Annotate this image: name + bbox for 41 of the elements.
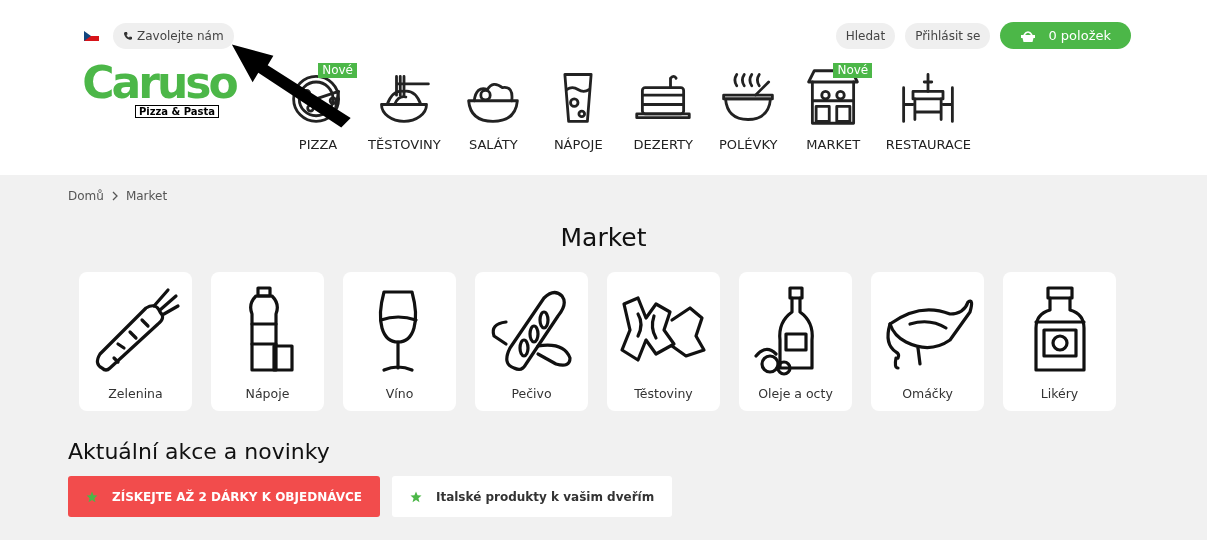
nav-item[interactable]: RESTAURACE xyxy=(875,61,982,152)
nav-item[interactable]: SALÁTY xyxy=(450,61,536,152)
logo-tagline: Pizza & Pasta xyxy=(134,105,220,118)
nav-item[interactable]: DEZERTY xyxy=(620,61,706,152)
star-icon xyxy=(409,490,422,503)
phone-icon xyxy=(123,30,133,41)
category-label: Oleje a octy xyxy=(758,386,833,401)
breadcrumb-link[interactable]: Market xyxy=(125,189,168,203)
login-button[interactable]: Přihlásit se xyxy=(905,22,991,49)
category-card[interactable]: Likéry xyxy=(1003,272,1116,411)
category-card[interactable]: Zelenina xyxy=(79,272,192,411)
category-label: Těstoviny xyxy=(634,386,693,401)
category-card[interactable]: Víno xyxy=(343,272,456,411)
new-badge: Nové xyxy=(833,63,873,78)
chevron-icon xyxy=(111,191,118,201)
new-badge: Nové xyxy=(318,63,357,78)
category-card[interactable]: Pečivo xyxy=(475,272,588,411)
section-heading: Aktuální akce a novinky xyxy=(68,439,331,464)
category-card[interactable]: Oleje a octy xyxy=(739,272,852,411)
call-button[interactable]: Zavolejte nám xyxy=(113,22,234,49)
category-label: Nápoje xyxy=(245,386,290,401)
nav-item[interactable]: Nové MARKET xyxy=(790,61,876,152)
search-button[interactable]: Hledat xyxy=(835,22,896,49)
flag-icon[interactable] xyxy=(84,30,99,41)
page-title: Market xyxy=(559,223,648,252)
nav-item[interactable]: TĚSTOVINY xyxy=(358,61,451,152)
promo-button[interactable]: ZÍSKEJTE AŽ 2 DÁRKY K OBJEDNÁVCE xyxy=(68,476,380,517)
promo-button[interactable]: Italské produkty k vašim dveřím xyxy=(391,476,673,517)
category-card[interactable]: Omáčky xyxy=(871,272,984,411)
category-card[interactable]: Těstoviny xyxy=(607,272,720,411)
category-label: Pečivo xyxy=(511,386,552,401)
breadcrumb-link[interactable]: Domů xyxy=(68,189,104,203)
nav-item[interactable]: POLÉVKY xyxy=(705,61,791,152)
category-label: Likéry xyxy=(1040,386,1079,401)
nav-item[interactable]: NÁPOJE xyxy=(535,61,621,152)
category-label: Omáčky xyxy=(902,386,953,401)
category-label: Víno xyxy=(385,386,414,401)
category-card[interactable]: Nápoje xyxy=(211,272,324,411)
category-label: Zelenina xyxy=(108,386,163,401)
star-icon xyxy=(86,490,98,503)
basket-icon xyxy=(1020,28,1037,43)
